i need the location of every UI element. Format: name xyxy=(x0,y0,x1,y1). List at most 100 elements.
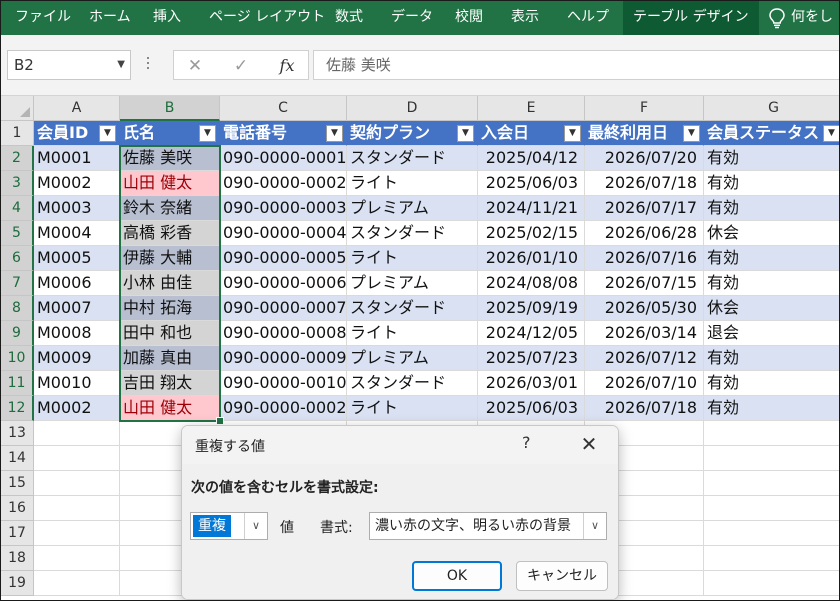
table-cell[interactable]: 2025/09/19 xyxy=(478,296,585,321)
column-header-G[interactable]: G xyxy=(704,96,839,121)
filter-dropdown-icon[interactable]: ▼ xyxy=(99,125,116,142)
column-header-A[interactable]: A xyxy=(34,96,120,121)
table-cell[interactable]: プレミアム xyxy=(347,196,478,221)
fill-handle[interactable] xyxy=(216,417,224,425)
row-header-7[interactable]: 7 xyxy=(1,271,34,296)
table-cell[interactable]: 佐藤 美咲 xyxy=(120,146,220,171)
column-header-F[interactable]: F xyxy=(585,96,704,121)
empty-cell[interactable] xyxy=(34,471,120,496)
table-cell[interactable]: 中村 拓海 xyxy=(120,296,220,321)
table-cell[interactable]: 小林 由佳 xyxy=(120,271,220,296)
row-header-9[interactable]: 9 xyxy=(1,321,34,346)
row-header-18[interactable]: 18 xyxy=(1,546,34,571)
table-cell[interactable]: 2026/05/30 xyxy=(585,296,704,321)
chevron-down-icon[interactable]: ▼ xyxy=(117,51,125,79)
name-box[interactable]: B2 ▼ xyxy=(7,50,131,80)
table-cell[interactable]: 090-0000-0007 xyxy=(220,296,347,321)
empty-cell[interactable] xyxy=(704,446,839,471)
filter-dropdown-icon[interactable]: ▼ xyxy=(823,125,839,142)
table-cell[interactable]: M0002 xyxy=(34,171,120,196)
table-cell[interactable]: 2026/07/16 xyxy=(585,246,704,271)
table-cell[interactable]: プレミアム xyxy=(347,346,478,371)
table-cell[interactable]: 有効 xyxy=(704,246,839,271)
table-cell[interactable]: 有効 xyxy=(704,346,839,371)
table-cell[interactable]: 090-0000-0009 xyxy=(220,346,347,371)
table-cell[interactable]: M0006 xyxy=(34,271,120,296)
table-cell[interactable]: 有効 xyxy=(704,196,839,221)
table-cell[interactable]: 2026/03/01 xyxy=(478,371,585,396)
row-header-2[interactable]: 2 xyxy=(1,146,34,171)
table-cell[interactable]: 有効 xyxy=(704,396,839,421)
table-cell[interactable]: 2026/07/12 xyxy=(585,346,704,371)
table-cell[interactable]: スタンダード xyxy=(347,371,478,396)
table-header-cell[interactable]: 最終利用日 ▼ xyxy=(585,121,704,146)
row-header-15[interactable]: 15 xyxy=(1,471,34,496)
chevron-down-icon[interactable]: ∨ xyxy=(583,513,606,539)
table-header-cell[interactable]: 入会日 ▼ xyxy=(478,121,585,146)
table-cell[interactable]: 090-0000-0002 xyxy=(220,171,347,196)
empty-cell[interactable] xyxy=(704,571,839,596)
filter-dropdown-icon[interactable]: ▼ xyxy=(564,125,581,142)
table-header-cell[interactable]: 契約プラン ▼ xyxy=(347,121,478,146)
formula-input[interactable]: 佐藤 美咲 xyxy=(313,50,839,80)
column-header-B[interactable]: B xyxy=(120,96,220,121)
table-cell[interactable]: 有効 xyxy=(704,371,839,396)
row-header-11[interactable]: 11 xyxy=(1,371,34,396)
table-cell[interactable]: 2026/07/18 xyxy=(585,396,704,421)
table-cell[interactable]: 090-0000-0010 xyxy=(220,371,347,396)
empty-cell[interactable] xyxy=(704,471,839,496)
table-cell[interactable]: 休会 xyxy=(704,296,839,321)
table-cell[interactable]: M0007 xyxy=(34,296,120,321)
column-header-E[interactable]: E xyxy=(478,96,585,121)
table-cell[interactable]: 吉田 翔太 xyxy=(120,371,220,396)
table-cell[interactable]: 090-0000-0002 xyxy=(220,396,347,421)
table-header-cell[interactable]: 氏名 ▼ xyxy=(120,121,220,146)
row-header-19[interactable]: 19 xyxy=(1,571,34,596)
table-cell[interactable]: M0004 xyxy=(34,221,120,246)
table-cell[interactable]: 2026/01/10 xyxy=(478,246,585,271)
table-cell[interactable]: 2026/07/10 xyxy=(585,371,704,396)
ribbon-tab-6[interactable]: 校閲 xyxy=(445,1,493,35)
table-cell[interactable]: 有効 xyxy=(704,171,839,196)
row-header-5[interactable]: 5 xyxy=(1,221,34,246)
table-cell[interactable]: ライト xyxy=(347,396,478,421)
table-cell[interactable]: M0005 xyxy=(34,246,120,271)
table-cell[interactable]: 加藤 真由 xyxy=(120,346,220,371)
filter-dropdown-icon[interactable]: ▼ xyxy=(457,125,474,142)
cancel-button[interactable]: キャンセル xyxy=(516,561,608,591)
table-cell[interactable]: 090-0000-0001 xyxy=(220,146,347,171)
table-cell[interactable]: 2026/07/15 xyxy=(585,271,704,296)
table-cell[interactable]: 2026/06/28 xyxy=(585,221,704,246)
table-cell[interactable]: 2026/07/17 xyxy=(585,196,704,221)
select-all-corner[interactable] xyxy=(1,96,34,121)
table-cell[interactable]: 2026/03/14 xyxy=(585,321,704,346)
ribbon-tab-5[interactable]: データ xyxy=(381,1,443,35)
empty-cell[interactable] xyxy=(34,546,120,571)
table-cell[interactable]: スタンダード xyxy=(347,146,478,171)
empty-cell[interactable] xyxy=(704,546,839,571)
empty-cell[interactable] xyxy=(704,496,839,521)
table-cell[interactable]: 伊藤 大輔 xyxy=(120,246,220,271)
ribbon-tab-2[interactable]: 挿入 xyxy=(143,1,191,35)
empty-cell[interactable] xyxy=(34,446,120,471)
column-header-C[interactable]: C xyxy=(220,96,347,121)
row-header-12[interactable]: 12 xyxy=(1,396,34,421)
table-cell[interactable]: 退会 xyxy=(704,321,839,346)
table-cell[interactable]: ライト xyxy=(347,321,478,346)
column-header-D[interactable]: D xyxy=(347,96,478,121)
table-cell[interactable]: ライト xyxy=(347,246,478,271)
drag-handle-icon[interactable] xyxy=(147,57,151,72)
table-cell[interactable]: M0002 xyxy=(34,396,120,421)
insert-function-icon[interactable]: fx xyxy=(272,53,302,79)
table-cell[interactable]: 2026/07/18 xyxy=(585,171,704,196)
cancel-icon[interactable]: ✕ xyxy=(180,53,210,79)
table-header-cell[interactable]: 会員ID ▼ xyxy=(34,121,120,146)
table-cell[interactable]: 鈴木 奈緒 xyxy=(120,196,220,221)
table-cell[interactable]: 2025/04/12 xyxy=(478,146,585,171)
chevron-down-icon[interactable]: ∨ xyxy=(244,513,267,539)
table-cell[interactable]: ライト xyxy=(347,171,478,196)
table-cell[interactable]: 休会 xyxy=(704,221,839,246)
table-cell[interactable]: スタンダード xyxy=(347,221,478,246)
close-icon[interactable]: ✕ xyxy=(574,430,604,458)
table-cell[interactable]: プレミアム xyxy=(347,271,478,296)
